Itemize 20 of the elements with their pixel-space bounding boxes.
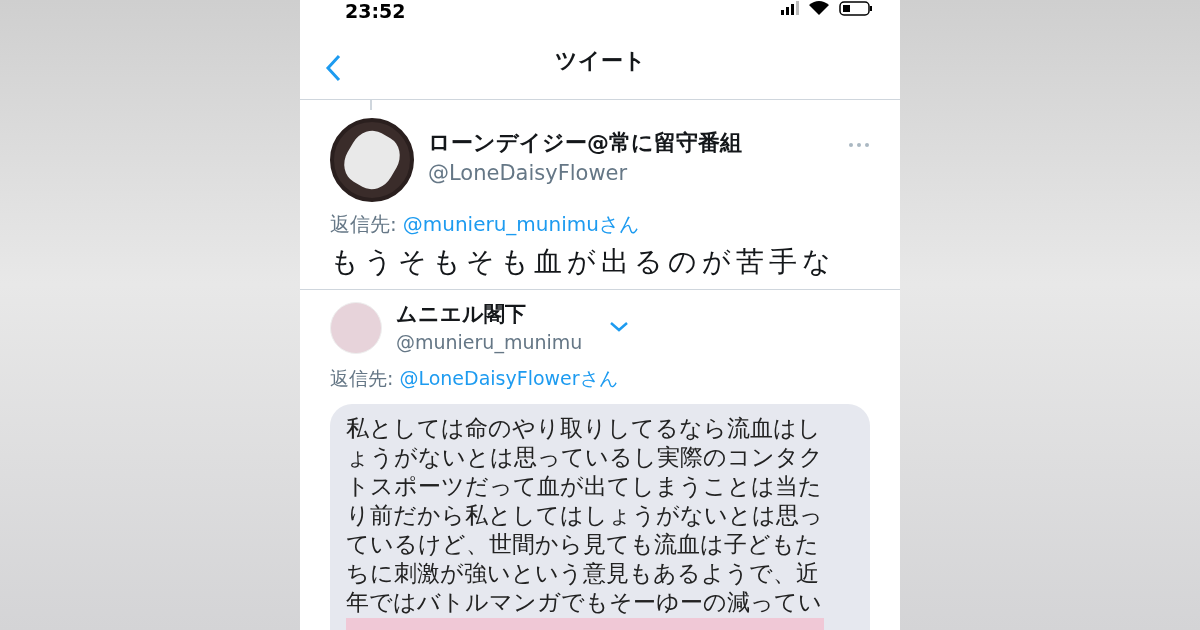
mention-link[interactable]: @LoneDaisyFlowerさん — [399, 364, 618, 392]
reply-label: 返信先: — [330, 211, 397, 238]
avatar — [330, 302, 382, 354]
reply-label: 返信先: — [330, 366, 394, 391]
battery-icon — [839, 0, 873, 16]
tweet-text: もうそもそも血が出るのが苦手な — [330, 244, 837, 280]
chevron-down-icon[interactable] — [610, 322, 629, 332]
user-handle: @LoneDaisyFlower — [428, 160, 629, 187]
back-button[interactable] — [324, 54, 342, 82]
mention-link[interactable]: @munieru_munimuさん — [402, 210, 639, 238]
wifi-icon — [809, 1, 829, 15]
user-handle: @munieru_munimu — [396, 330, 583, 356]
reply-text: 私としては命のやり取りしてるなら流血はし ょうがないとは思っているし実際のコンタク トスポーツだって血が出てしまうことは当た り前だから私としてはしょうがないとは思っ ているけど、世間から見ても流血は子どもた ちに刺激が強いという意見もあるようで、近 年ではバトルマンガでもそーゆーの減ってい — [346, 414, 823, 617]
page-title: ツイート — [554, 47, 646, 75]
display-name: ムニエル閣下 — [396, 301, 527, 328]
more-icon[interactable] — [848, 142, 870, 148]
status-time: 23:52 — [345, 1, 406, 21]
signal-icon — [781, 0, 799, 16]
reply-input-box[interactable]: 私としては命のやり取りしてるなら流血はし ょうがないとは思っているし実際のコンタク トスポーツだって血が出てしまうことは当た り前だから私としてはしょうがないとは思っ ているけど、世間から見ても流血は子どもた ちに刺激が強いという意見もあるようで、近 年ではバトルマンガでもそーゆーの減ってい — [330, 404, 870, 630]
display-name: ローンデイジー@常に留守番組 — [428, 129, 742, 157]
